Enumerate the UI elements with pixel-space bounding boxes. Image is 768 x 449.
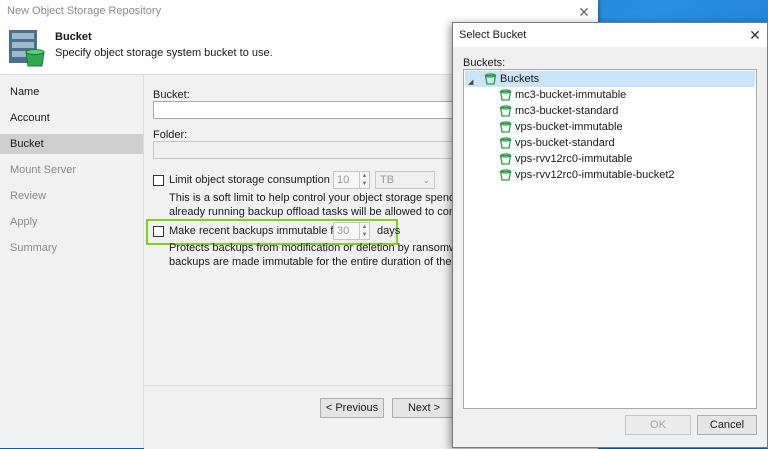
dialog-title: Select Bucket xyxy=(459,29,527,41)
tree-item-label: vps-rvv12rc0-immutable xyxy=(515,153,633,165)
object-storage-icon xyxy=(9,30,45,67)
step-summary: Summary xyxy=(10,242,58,254)
tree-item-label: vps-bucket-standard xyxy=(515,137,615,149)
limit-hint-line-1: This is a soft limit to help control you… xyxy=(169,192,501,204)
cancel-button[interactable]: Cancel xyxy=(697,415,757,435)
immutable-days-value: 30 xyxy=(337,225,350,237)
bucket-icon xyxy=(499,105,512,117)
next-button[interactable]: Next > xyxy=(392,398,456,418)
limit-consumption-checkbox[interactable] xyxy=(153,175,164,186)
step-mount-server: Mount Server xyxy=(10,164,77,176)
wizard-steps: Name Account Bucket Mount Server Review … xyxy=(0,75,144,448)
limit-value: 10 xyxy=(337,174,350,186)
immutable-unit: days xyxy=(377,225,401,237)
step-name[interactable]: Name xyxy=(0,82,143,102)
bucket-icon xyxy=(484,73,497,85)
bucket-tree[interactable]: ◢ Buckets mc3-bucket-immutable mc3-bucke… xyxy=(463,69,757,409)
limit-consumption-label: Limit object storage consumption to: xyxy=(169,174,346,186)
bucket-icon xyxy=(499,121,512,133)
immutable-hint-line-1: Protects backups from modification or de… xyxy=(169,242,495,254)
spin-arrows-icon[interactable]: ▲ ▼ xyxy=(359,172,369,188)
chevron-down-icon: ⌄ xyxy=(422,175,430,185)
dialog-titlebar: Select Bucket ✕ xyxy=(453,23,767,47)
step-apply: Apply xyxy=(10,216,38,228)
immutable-label: Make recent backups immutable for: xyxy=(169,225,347,237)
close-icon[interactable]: ✕ xyxy=(574,3,594,21)
immutable-checkbox[interactable] xyxy=(153,226,164,237)
page-title: Bucket xyxy=(55,31,92,43)
tree-root-buckets[interactable]: ◢ Buckets xyxy=(465,71,755,87)
bucket-field[interactable] xyxy=(153,101,463,119)
limit-value-stepper[interactable]: 10 ▲ ▼ xyxy=(333,171,370,189)
ok-button[interactable]: OK xyxy=(625,415,691,435)
close-icon[interactable]: ✕ xyxy=(745,26,765,44)
immutable-hint-line-2: backups are made immutable for the entir… xyxy=(169,256,498,268)
limit-hint-line-2: already running backup offload tasks wil… xyxy=(169,206,501,218)
limit-unit: TB xyxy=(380,174,395,186)
bucket-icon xyxy=(499,89,512,101)
folder-field[interactable] xyxy=(153,141,463,159)
window-title: New Object Storage Repository xyxy=(7,5,162,17)
step-account[interactable]: Account xyxy=(0,108,143,128)
bucket-icon xyxy=(499,137,512,149)
spin-arrows-icon[interactable]: ▲ ▼ xyxy=(359,223,369,239)
step-bucket[interactable]: Bucket xyxy=(0,134,143,154)
tree-item-label: vps-rvv12rc0-immutable-bucket2 xyxy=(515,169,675,181)
tree-item-label: mc3-bucket-immutable xyxy=(515,89,627,101)
bucket-label: Bucket: xyxy=(153,89,190,101)
folder-label: Folder: xyxy=(153,129,188,141)
tree-item-label: mc3-bucket-standard xyxy=(515,105,619,117)
buckets-label: Buckets: xyxy=(463,57,506,69)
immutable-days-stepper[interactable]: 30 ▲ ▼ xyxy=(333,222,370,240)
step-review: Review xyxy=(10,190,47,202)
tree-root-label: Buckets xyxy=(500,73,540,85)
page-subtitle: Specify object storage system bucket to … xyxy=(55,47,273,59)
collapse-arrow-icon[interactable]: ◢ xyxy=(468,75,473,91)
select-bucket-dialog: Select Bucket ✕ Buckets: ◢ Buckets mc3-b… xyxy=(452,22,768,448)
bucket-icon xyxy=(499,153,512,165)
previous-button[interactable]: < Previous xyxy=(320,398,384,418)
tree-item-label: vps-bucket-immutable xyxy=(515,121,623,133)
limit-unit-dropdown[interactable]: TB ⌄ xyxy=(375,171,435,189)
bucket-icon xyxy=(499,169,512,181)
